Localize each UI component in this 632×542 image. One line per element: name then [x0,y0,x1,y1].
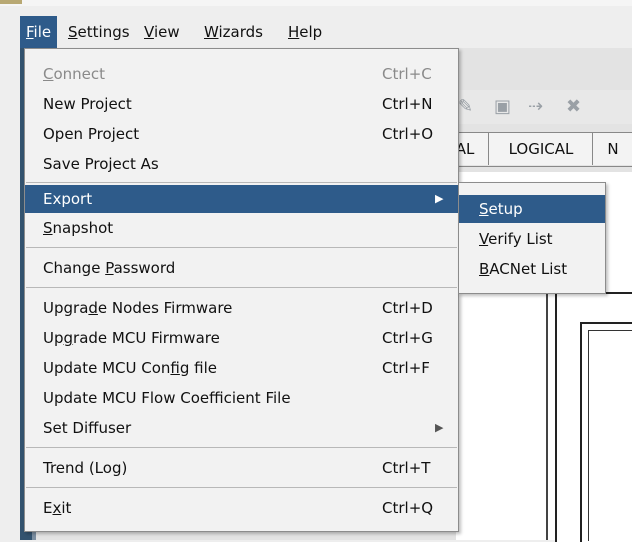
submenu-arrow-icon: ▶ [435,192,444,205]
upgrade-mcu-firmware-shortcut: Ctrl+G [382,329,433,347]
connect-shortcut: Ctrl+C [382,65,432,83]
menu-item-new-project[interactable]: New Project Ctrl+N [25,91,458,117]
exit-label: Exit [43,499,72,517]
snapshot-label: Snapshot [43,219,114,237]
export-submenu: Setup Verify List BACNet List [458,182,606,294]
change-password-label: Change Password [43,259,176,277]
menu-bar: File Settings View Wizards Help [20,16,632,48]
submenu-item-setup[interactable]: Setup [459,195,605,223]
menu-settings[interactable]: Settings [62,16,136,48]
setup-label: Setup [479,200,523,218]
menu-help[interactable]: Help [282,16,328,48]
save-project-as-label: Save Project As [43,155,159,173]
new-project-shortcut: Ctrl+N [382,95,433,113]
menu-item-change-password[interactable]: Change Password [25,255,458,281]
menu-item-open-project[interactable]: Open Project Ctrl+O [25,121,458,147]
verify-list-label: Verify List [479,230,553,248]
menu-item-snapshot[interactable]: Snapshot [25,215,458,241]
menu-view[interactable]: View [138,16,186,48]
menu-file-label: ile [33,23,52,41]
update-mcu-config-shortcut: Ctrl+F [382,359,430,377]
diagram-inner-box-border [588,330,632,541]
open-project-label: Open Project [43,125,140,143]
menu-separator [26,182,457,183]
menu-item-update-mcu-config[interactable]: Update MCU Config file Ctrl+F [25,355,458,381]
window-top-accent [0,0,22,4]
menu-view-mnemonic: V [144,23,154,41]
update-flow-coefficient-label: Update MCU Flow Coefficient File [43,389,291,407]
save-icon[interactable]: ▣ [494,96,511,117]
menu-help-label: elp [299,23,323,41]
menu-item-exit[interactable]: Exit Ctrl+Q [25,495,458,521]
connect-icon[interactable]: ⇢ [528,96,543,117]
export-label: Export [43,190,93,208]
menu-wizards-mnemonic: W [204,23,219,41]
menu-help-mnemonic: H [288,23,300,41]
menu-settings-label: ettings [77,23,130,41]
menu-file-mnemonic: F [26,23,34,41]
tab-logical[interactable]: LOGICAL [488,132,594,165]
menu-settings-mnemonic: S [68,23,78,41]
window-top-edge [0,0,632,6]
exit-shortcut: Ctrl+Q [382,499,434,517]
file-menu: Connect Ctrl+C New Project Ctrl+N Open P… [24,48,459,532]
edit-icon[interactable]: ✎ [458,96,473,117]
upgrade-nodes-firmware-label: Upgrade Nodes Firmware [43,299,233,317]
trend-log-label: Trend (Log) [43,459,128,477]
menu-item-upgrade-mcu-firmware[interactable]: Upgrade MCU Firmware Ctrl+G [25,325,458,351]
menu-item-upgrade-nodes-firmware[interactable]: Upgrade Nodes Firmware Ctrl+D [25,295,458,321]
submenu-item-bacnet-list[interactable]: BACNet List [459,255,605,283]
open-project-shortcut: Ctrl+O [382,125,434,143]
new-project-label: New Project [43,95,132,113]
disconnect-icon[interactable]: ✖ [566,96,581,117]
upgrade-mcu-firmware-label: Upgrade MCU Firmware [43,329,220,347]
set-diffuser-label: Set Diffuser [43,419,132,437]
trend-log-shortcut: Ctrl+T [382,459,431,477]
menu-separator [26,287,457,288]
menu-item-connect[interactable]: Connect Ctrl+C [25,61,458,87]
submenu-arrow-icon: ▶ [435,421,444,434]
upgrade-nodes-firmware-shortcut: Ctrl+D [382,299,433,317]
tab-network[interactable]: N [592,132,632,165]
update-mcu-config-label: Update MCU Config file [43,359,218,377]
bacnet-list-label: BACNet List [479,260,568,278]
menu-wizards-label: izards [218,23,263,41]
menu-file[interactable]: File [20,16,58,48]
menu-item-trend-log[interactable]: Trend (Log) Ctrl+T [25,455,458,481]
tab-underline [440,166,632,167]
menu-wizards[interactable]: Wizards [198,16,269,48]
toolbar [456,90,632,124]
menu-item-export[interactable]: Export ▶ [25,185,458,213]
menu-view-label: iew [153,23,180,41]
menu-item-save-project-as[interactable]: Save Project As [25,151,458,177]
menu-separator [26,247,457,248]
menu-item-update-flow-coefficient[interactable]: Update MCU Flow Coefficient File [25,385,458,411]
menu-item-set-diffuser[interactable]: Set Diffuser ▶ [25,415,458,441]
connect-label: Connect [43,65,106,83]
menu-separator [26,487,457,488]
submenu-item-verify-list[interactable]: Verify List [459,225,605,253]
menu-separator [26,447,457,448]
diagram-line [546,292,548,540]
